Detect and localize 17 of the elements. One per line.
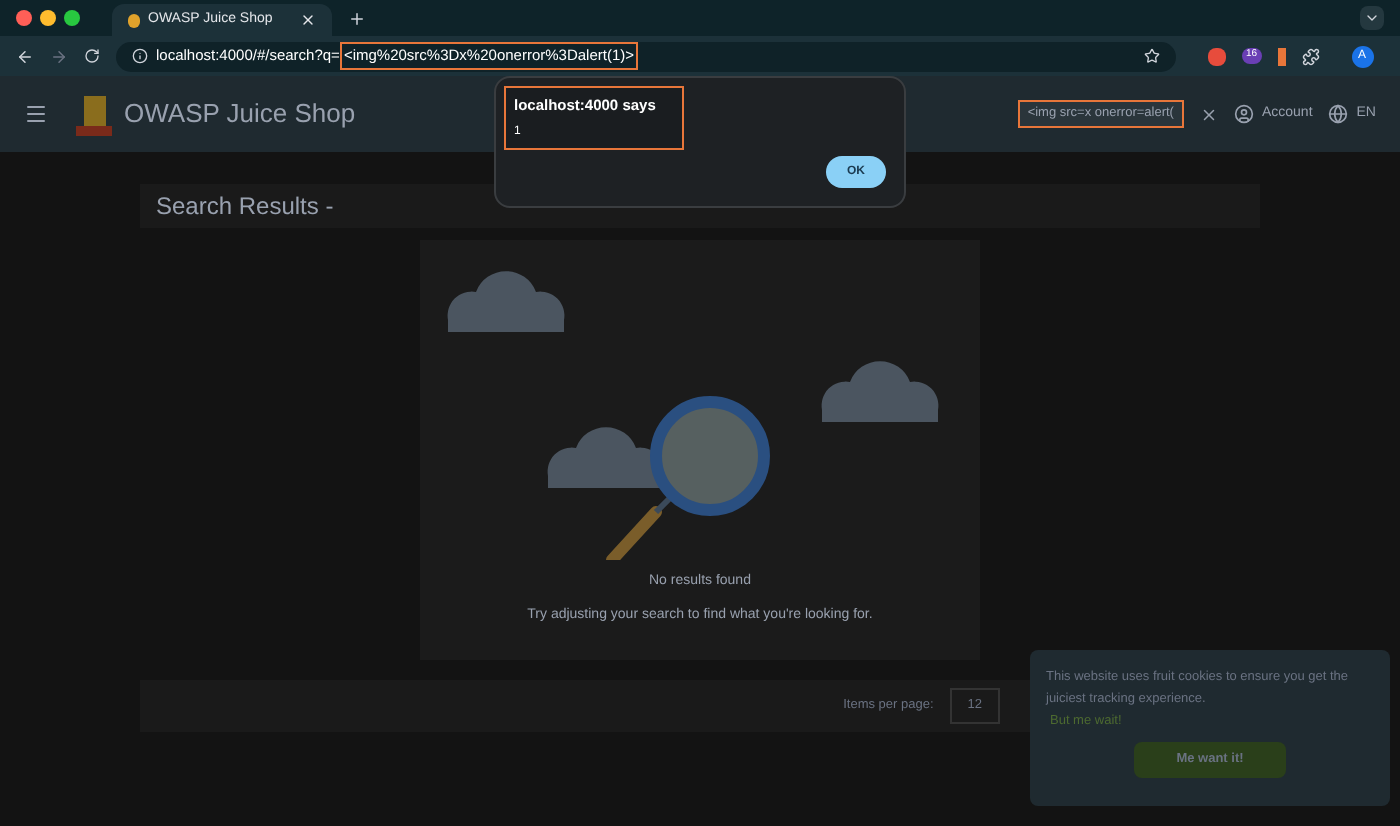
menu-icon[interactable] [24,102,48,126]
globe-icon [1328,104,1349,124]
account-icon [1233,104,1254,124]
app-title: OWASP Juice Shop [124,96,356,133]
forward-icon[interactable] [50,47,68,65]
site-info-icon [132,48,148,64]
chevron-down-icon [1364,10,1380,26]
favicon-icon [128,13,140,27]
reload-icon[interactable] [84,48,100,64]
bookmark-star-icon[interactable] [1144,48,1160,64]
extensions-icon[interactable] [1301,47,1320,65]
tab-list-button[interactable] [1360,6,1384,30]
back-icon[interactable] [16,47,34,65]
close-tab-icon[interactable] [300,12,316,28]
results-heading: Search Results - [156,190,334,224]
clear-search-icon[interactable] [1199,105,1218,123]
new-tab-icon[interactable] [348,9,366,27]
